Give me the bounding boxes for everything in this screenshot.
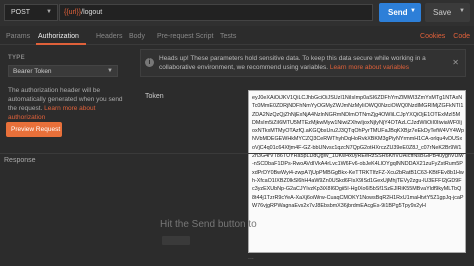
chevron-down-icon: ▼ [107, 68, 113, 74]
auth-type-select[interactable]: Bearer Token ▼ [8, 65, 118, 77]
request-bar: POST ▼ {{url}}/logout Send ▼ Save ▼ [0, 0, 474, 26]
tab-pre-request-script[interactable]: Pre-request Script [157, 33, 213, 40]
method-select[interactable]: POST ▼ [4, 4, 58, 21]
url-variable: {{url}} [64, 9, 82, 16]
method-value: POST [11, 9, 31, 16]
auth-type-value: Bearer Token [13, 68, 52, 75]
save-button[interactable]: Save ▼ [425, 3, 470, 22]
info-icon: i [145, 58, 154, 67]
request-tabs: Params Authorization Headers Body Pre-re… [0, 30, 474, 45]
tab-headers[interactable]: Headers [96, 33, 122, 40]
banner-message: Heads up! These parameters hold sensitiv… [159, 55, 449, 72]
active-tab-indicator [36, 43, 86, 45]
chevron-down-icon: ▼ [46, 9, 52, 15]
url-path: /logout [81, 9, 103, 16]
right-links: Cookies Code [414, 33, 470, 40]
token-label: Token [145, 93, 164, 100]
save-label: Save [433, 8, 452, 17]
preview-request-button[interactable]: Preview Request [6, 122, 62, 137]
close-icon[interactable]: ✕ [452, 58, 459, 67]
tab-body[interactable]: Body [129, 33, 145, 40]
url-text: {{url}}/logout [64, 9, 102, 16]
auth-description: The authorization header will be automat… [8, 86, 126, 122]
type-label: TYPE [8, 55, 25, 61]
chevron-down-icon[interactable]: ▼ [410, 8, 416, 14]
cookies-link[interactable]: Cookies [420, 33, 445, 40]
sensitive-data-banner: i Heads up! These parameters hold sensit… [140, 49, 466, 77]
code-link[interactable]: Code [453, 33, 470, 40]
more-indicator: ... [248, 254, 254, 261]
tab-params[interactable]: Params [6, 33, 30, 40]
send-button[interactable]: Send ▼ [379, 3, 421, 22]
tab-authorization[interactable]: Authorization [38, 33, 79, 40]
learn-variables-link[interactable]: Learn more about variables [330, 64, 409, 71]
response-title: Response [4, 157, 36, 164]
preview-request-label: Preview Request [11, 126, 61, 133]
response-divider [0, 153, 474, 154]
hint-button-illustration [162, 236, 190, 245]
send-label: Send [388, 8, 408, 17]
tab-tests[interactable]: Tests [220, 33, 236, 40]
token-field[interactable]: eyJ0eXAiOiJKV1QiLCJhbGciOiJSUzI1NiIsImp0… [248, 90, 466, 253]
url-input[interactable]: {{url}}/logout [59, 4, 373, 21]
chevron-down-icon[interactable]: ▼ [459, 8, 465, 14]
send-hint: Hit the Send button to [160, 219, 257, 230]
